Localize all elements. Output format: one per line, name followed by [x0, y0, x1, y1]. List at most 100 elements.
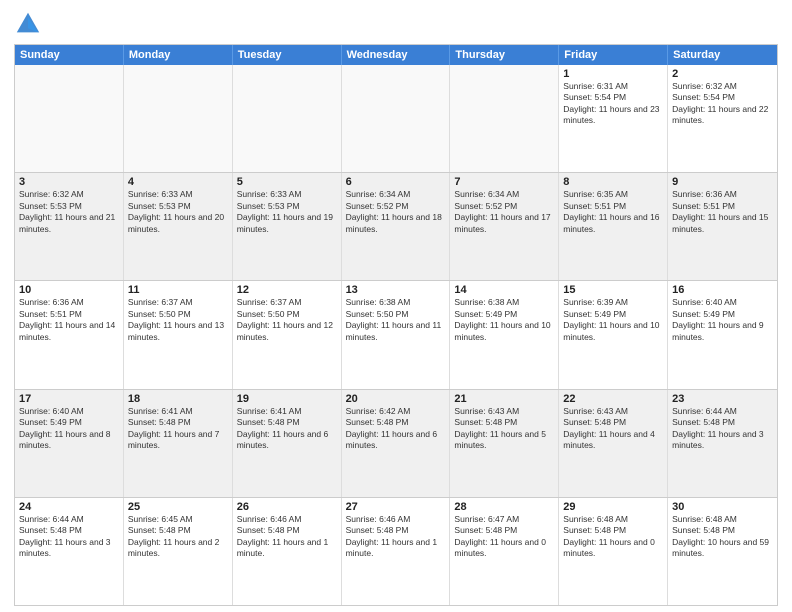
calendar-header-thursday: Thursday	[450, 45, 559, 65]
day-number: 4	[128, 176, 228, 188]
day-info: Sunrise: 6:47 AM Sunset: 5:48 PM Dayligh…	[454, 514, 554, 560]
calendar-cell: 24Sunrise: 6:44 AM Sunset: 5:48 PM Dayli…	[15, 498, 124, 605]
calendar-cell: 22Sunrise: 6:43 AM Sunset: 5:48 PM Dayli…	[559, 390, 668, 497]
day-number: 5	[237, 176, 337, 188]
day-number: 23	[672, 393, 773, 405]
calendar-header: SundayMondayTuesdayWednesdayThursdayFrid…	[15, 45, 777, 65]
day-info: Sunrise: 6:38 AM Sunset: 5:50 PM Dayligh…	[346, 297, 446, 343]
calendar-cell: 23Sunrise: 6:44 AM Sunset: 5:48 PM Dayli…	[668, 390, 777, 497]
day-info: Sunrise: 6:41 AM Sunset: 5:48 PM Dayligh…	[128, 406, 228, 452]
day-number: 15	[563, 284, 663, 296]
day-info: Sunrise: 6:33 AM Sunset: 5:53 PM Dayligh…	[128, 189, 228, 235]
calendar-header-saturday: Saturday	[668, 45, 777, 65]
calendar-cell: 25Sunrise: 6:45 AM Sunset: 5:48 PM Dayli…	[124, 498, 233, 605]
calendar-cell	[233, 65, 342, 172]
calendar-header-wednesday: Wednesday	[342, 45, 451, 65]
calendar-cell: 15Sunrise: 6:39 AM Sunset: 5:49 PM Dayli…	[559, 281, 668, 388]
day-number: 12	[237, 284, 337, 296]
day-info: Sunrise: 6:48 AM Sunset: 5:48 PM Dayligh…	[672, 514, 773, 560]
logo	[14, 10, 46, 38]
calendar-cell: 6Sunrise: 6:34 AM Sunset: 5:52 PM Daylig…	[342, 173, 451, 280]
calendar: SundayMondayTuesdayWednesdayThursdayFrid…	[14, 44, 778, 606]
day-info: Sunrise: 6:32 AM Sunset: 5:53 PM Dayligh…	[19, 189, 119, 235]
calendar-cell	[15, 65, 124, 172]
calendar-header-sunday: Sunday	[15, 45, 124, 65]
day-info: Sunrise: 6:48 AM Sunset: 5:48 PM Dayligh…	[563, 514, 663, 560]
day-info: Sunrise: 6:31 AM Sunset: 5:54 PM Dayligh…	[563, 81, 663, 127]
header	[14, 10, 778, 38]
day-info: Sunrise: 6:43 AM Sunset: 5:48 PM Dayligh…	[454, 406, 554, 452]
calendar-cell: 3Sunrise: 6:32 AM Sunset: 5:53 PM Daylig…	[15, 173, 124, 280]
calendar-cell: 5Sunrise: 6:33 AM Sunset: 5:53 PM Daylig…	[233, 173, 342, 280]
calendar-cell	[124, 65, 233, 172]
day-info: Sunrise: 6:37 AM Sunset: 5:50 PM Dayligh…	[237, 297, 337, 343]
calendar-cell: 29Sunrise: 6:48 AM Sunset: 5:48 PM Dayli…	[559, 498, 668, 605]
day-number: 18	[128, 393, 228, 405]
day-number: 1	[563, 68, 663, 80]
calendar-cell: 9Sunrise: 6:36 AM Sunset: 5:51 PM Daylig…	[668, 173, 777, 280]
calendar-week-0: 1Sunrise: 6:31 AM Sunset: 5:54 PM Daylig…	[15, 65, 777, 172]
calendar-cell: 1Sunrise: 6:31 AM Sunset: 5:54 PM Daylig…	[559, 65, 668, 172]
day-number: 25	[128, 501, 228, 513]
day-info: Sunrise: 6:45 AM Sunset: 5:48 PM Dayligh…	[128, 514, 228, 560]
day-info: Sunrise: 6:34 AM Sunset: 5:52 PM Dayligh…	[346, 189, 446, 235]
day-info: Sunrise: 6:40 AM Sunset: 5:49 PM Dayligh…	[19, 406, 119, 452]
day-info: Sunrise: 6:40 AM Sunset: 5:49 PM Dayligh…	[672, 297, 773, 343]
calendar-cell: 2Sunrise: 6:32 AM Sunset: 5:54 PM Daylig…	[668, 65, 777, 172]
day-number: 30	[672, 501, 773, 513]
calendar-cell: 27Sunrise: 6:46 AM Sunset: 5:48 PM Dayli…	[342, 498, 451, 605]
day-number: 20	[346, 393, 446, 405]
day-info: Sunrise: 6:36 AM Sunset: 5:51 PM Dayligh…	[672, 189, 773, 235]
calendar-cell: 30Sunrise: 6:48 AM Sunset: 5:48 PM Dayli…	[668, 498, 777, 605]
day-info: Sunrise: 6:41 AM Sunset: 5:48 PM Dayligh…	[237, 406, 337, 452]
day-info: Sunrise: 6:43 AM Sunset: 5:48 PM Dayligh…	[563, 406, 663, 452]
day-number: 13	[346, 284, 446, 296]
day-info: Sunrise: 6:38 AM Sunset: 5:49 PM Dayligh…	[454, 297, 554, 343]
calendar-cell	[342, 65, 451, 172]
day-number: 21	[454, 393, 554, 405]
calendar-cell: 14Sunrise: 6:38 AM Sunset: 5:49 PM Dayli…	[450, 281, 559, 388]
day-info: Sunrise: 6:36 AM Sunset: 5:51 PM Dayligh…	[19, 297, 119, 343]
calendar-cell: 26Sunrise: 6:46 AM Sunset: 5:48 PM Dayli…	[233, 498, 342, 605]
day-number: 10	[19, 284, 119, 296]
day-info: Sunrise: 6:34 AM Sunset: 5:52 PM Dayligh…	[454, 189, 554, 235]
calendar-header-monday: Monday	[124, 45, 233, 65]
day-info: Sunrise: 6:39 AM Sunset: 5:49 PM Dayligh…	[563, 297, 663, 343]
day-info: Sunrise: 6:32 AM Sunset: 5:54 PM Dayligh…	[672, 81, 773, 127]
calendar-week-1: 3Sunrise: 6:32 AM Sunset: 5:53 PM Daylig…	[15, 172, 777, 280]
calendar-cell: 19Sunrise: 6:41 AM Sunset: 5:48 PM Dayli…	[233, 390, 342, 497]
calendar-week-3: 17Sunrise: 6:40 AM Sunset: 5:49 PM Dayli…	[15, 389, 777, 497]
day-info: Sunrise: 6:46 AM Sunset: 5:48 PM Dayligh…	[237, 514, 337, 560]
page: SundayMondayTuesdayWednesdayThursdayFrid…	[0, 0, 792, 612]
calendar-week-4: 24Sunrise: 6:44 AM Sunset: 5:48 PM Dayli…	[15, 497, 777, 605]
day-info: Sunrise: 6:37 AM Sunset: 5:50 PM Dayligh…	[128, 297, 228, 343]
calendar-cell: 17Sunrise: 6:40 AM Sunset: 5:49 PM Dayli…	[15, 390, 124, 497]
day-number: 2	[672, 68, 773, 80]
calendar-cell: 11Sunrise: 6:37 AM Sunset: 5:50 PM Dayli…	[124, 281, 233, 388]
day-info: Sunrise: 6:44 AM Sunset: 5:48 PM Dayligh…	[19, 514, 119, 560]
calendar-cell: 16Sunrise: 6:40 AM Sunset: 5:49 PM Dayli…	[668, 281, 777, 388]
day-info: Sunrise: 6:33 AM Sunset: 5:53 PM Dayligh…	[237, 189, 337, 235]
day-number: 27	[346, 501, 446, 513]
calendar-cell: 10Sunrise: 6:36 AM Sunset: 5:51 PM Dayli…	[15, 281, 124, 388]
day-number: 24	[19, 501, 119, 513]
day-number: 19	[237, 393, 337, 405]
calendar-cell: 18Sunrise: 6:41 AM Sunset: 5:48 PM Dayli…	[124, 390, 233, 497]
day-info: Sunrise: 6:35 AM Sunset: 5:51 PM Dayligh…	[563, 189, 663, 235]
day-number: 3	[19, 176, 119, 188]
calendar-cell: 8Sunrise: 6:35 AM Sunset: 5:51 PM Daylig…	[559, 173, 668, 280]
day-number: 16	[672, 284, 773, 296]
calendar-cell: 21Sunrise: 6:43 AM Sunset: 5:48 PM Dayli…	[450, 390, 559, 497]
calendar-cell: 28Sunrise: 6:47 AM Sunset: 5:48 PM Dayli…	[450, 498, 559, 605]
calendar-header-tuesday: Tuesday	[233, 45, 342, 65]
logo-icon	[14, 10, 42, 38]
calendar-cell: 13Sunrise: 6:38 AM Sunset: 5:50 PM Dayli…	[342, 281, 451, 388]
day-number: 8	[563, 176, 663, 188]
calendar-header-friday: Friday	[559, 45, 668, 65]
calendar-cell: 20Sunrise: 6:42 AM Sunset: 5:48 PM Dayli…	[342, 390, 451, 497]
day-number: 11	[128, 284, 228, 296]
day-number: 29	[563, 501, 663, 513]
day-info: Sunrise: 6:42 AM Sunset: 5:48 PM Dayligh…	[346, 406, 446, 452]
calendar-cell	[450, 65, 559, 172]
day-number: 26	[237, 501, 337, 513]
